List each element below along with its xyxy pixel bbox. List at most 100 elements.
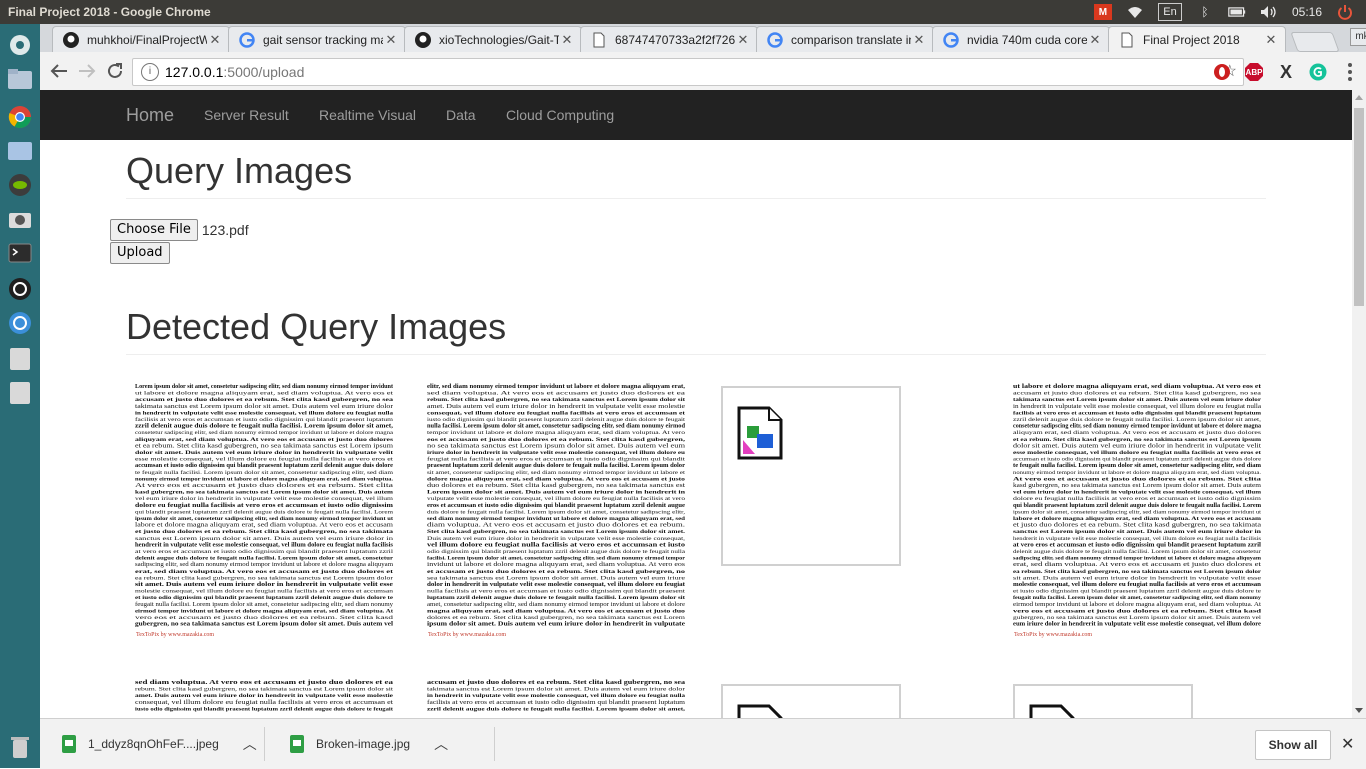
svg-text:at vero eros et accumsan et iu: at vero eros et accumsan et iusto odio d… — [135, 549, 394, 555]
close-icon[interactable]: ✕ — [383, 32, 399, 48]
close-icon[interactable]: ✕ — [1341, 734, 1354, 754]
tab-6[interactable]: nvidia 740m cuda cores ✕ — [932, 26, 1110, 53]
nav-server-result[interactable]: Server Result — [204, 107, 289, 123]
svg-text:ipsum dolor sit amet, consetet: ipsum dolor sit amet, consetetur sadipsc… — [1013, 509, 1262, 515]
drive-2-icon[interactable] — [4, 378, 36, 408]
drive-icon[interactable] — [4, 344, 36, 374]
page-scrollbar[interactable] — [1352, 90, 1366, 718]
tab-5[interactable]: comparison translate in ✕ — [756, 26, 934, 53]
network-app-icon[interactable] — [4, 136, 36, 166]
power-icon[interactable] — [1336, 4, 1354, 20]
scroll-thumb[interactable] — [1354, 108, 1364, 306]
svg-text:vel illum dolore eu feugiat nu: vel illum dolore eu feugiat nulla facili… — [427, 541, 685, 548]
tab-3[interactable]: xioTechnologies/Gait-Tr ✕ — [404, 26, 582, 53]
svg-text:erat, sed diam voluptua. At ve: erat, sed diam voluptua. At vero eos et … — [1013, 561, 1261, 568]
detected-image-broken[interactable] — [1013, 684, 1193, 718]
chosen-file-name: 123.pdf — [201, 222, 249, 238]
top-navbar: Home Server Result Realtime Visual Data … — [40, 90, 1352, 140]
close-icon[interactable]: ✕ — [735, 32, 751, 48]
bluetooth-icon[interactable]: ᛒ — [1196, 4, 1214, 20]
forward-icon[interactable] — [76, 60, 98, 82]
detected-image-document[interactable]: sed diam voluptua. At vero eos et accusa… — [134, 678, 394, 718]
scroll-down-arrow-icon[interactable] — [1355, 708, 1363, 713]
svg-text:aliquyam erat, sed diam volupt: aliquyam erat, sed diam voluptua. At ver… — [1013, 430, 1261, 436]
close-icon[interactable]: ✕ — [911, 32, 927, 48]
nav-data[interactable]: Data — [446, 107, 476, 123]
terminal-icon[interactable] — [4, 238, 36, 268]
file-input[interactable]: Choose File 123.pdf — [110, 219, 249, 241]
reload-icon[interactable] — [104, 60, 126, 82]
nav-cloud-computing[interactable]: Cloud Computing — [506, 107, 614, 123]
address-bar[interactable]: i 127.0.0.1:5000/upload ☆ — [132, 58, 1244, 86]
upload-button[interactable]: Upload — [110, 242, 170, 264]
svg-text:Lorem ipsum dolor sit amet. Du: Lorem ipsum dolor sit amet. Duis autem v… — [427, 490, 686, 496]
broken-image-icon — [1029, 704, 1075, 718]
detected-image-document[interactable]: elitr, sed diam nonumy eirmod tempor inv… — [426, 382, 686, 638]
svg-text:consetetur sadipscing elitr, s: consetetur sadipscing elitr, sed diam no… — [1013, 423, 1262, 430]
document-text-image: Lorem ipsum dolor sit amet, consetetur s… — [135, 383, 394, 638]
camera-icon[interactable] — [4, 204, 36, 234]
url-path: :5000/upload — [223, 64, 305, 80]
chevron-up-icon[interactable]: ︿ — [434, 734, 448, 754]
clock[interactable]: 05:16 — [1292, 5, 1322, 19]
tab-4[interactable]: 68747470733a2f2f7261 ✕ — [580, 26, 758, 53]
nvidia-icon[interactable] — [4, 170, 36, 200]
close-icon[interactable]: ✕ — [1263, 32, 1279, 48]
new-tab-button[interactable] — [1290, 32, 1340, 52]
tab-7-active[interactable]: Final Project 2018 ✕ — [1108, 26, 1286, 53]
chrome-menu-icon[interactable] — [1340, 62, 1360, 82]
keyboard-language[interactable]: En — [1157, 3, 1182, 21]
download-filename: 1_ddyz8qnOhFeF....jpeg — [88, 737, 219, 751]
nav-home[interactable]: Home — [126, 105, 174, 126]
info-icon[interactable]: i — [141, 63, 159, 81]
detected-image-document[interactable]: accusam et justo duo dolores et ea rebum… — [426, 678, 686, 718]
svg-text:zzril delenit augue duis dolor: zzril delenit augue duis dolore te feuga… — [427, 706, 686, 712]
download-item[interactable]: Broken-image.jpg ︿ — [290, 719, 448, 769]
adblock-icon[interactable]: ABP — [1244, 62, 1264, 82]
svg-text:erat, sed diam voluptua. At ve: erat, sed diam voluptua. At vero eos et … — [135, 569, 393, 575]
broken-image-icon — [737, 406, 783, 460]
svg-text:duo dolores et ea rebum. Stet: duo dolores et ea rebum. Stet clita kasd… — [427, 482, 685, 489]
svg-text:consequat, vel illum dolore eu: consequat, vel illum dolore eu feugiat n… — [427, 410, 685, 416]
document-text-image: elitr, sed diam nonumy eirmod tempor inv… — [427, 383, 686, 638]
scroll-up-arrow-icon[interactable] — [1355, 95, 1363, 100]
tab-1[interactable]: muhkhoi/FinalProjectW ✕ — [52, 26, 230, 53]
svg-text:magna aliquyam erat, sed diam: magna aliquyam erat, sed diam voluptua. … — [427, 608, 685, 614]
svg-text:et iusto odio dignissim qui bl: et iusto odio dignissim qui blandit prae… — [1013, 589, 1262, 595]
close-icon[interactable]: ✕ — [1087, 32, 1103, 48]
update-icon[interactable] — [4, 308, 36, 338]
opera-ext-icon[interactable] — [1212, 62, 1232, 82]
web-page: Home Server Result Realtime Visual Data … — [40, 90, 1352, 718]
close-icon[interactable]: ✕ — [207, 32, 223, 48]
svg-text:amet, consetetur sadipscing el: amet, consetetur sadipscing elitr, sed d… — [427, 601, 685, 608]
svg-text:te feugait nulla facilisi. Lor: te feugait nulla facilisi. Lorem ipsum d… — [135, 469, 394, 476]
document-credit: TexToPix by www.mazakia.com — [1014, 632, 1092, 638]
profile-button[interactable]: mk — [1350, 28, 1366, 46]
detected-image-broken[interactable] — [721, 684, 901, 718]
svg-text:takimata sanctus est Lorem ips: takimata sanctus est Lorem ipsum dolor s… — [135, 403, 394, 410]
grammarly-icon[interactable] — [1308, 62, 1328, 82]
svg-text:dolore eu feugiat nulla facili: dolore eu feugiat nulla facilisis at ver… — [135, 502, 394, 509]
volume-icon[interactable] — [1260, 4, 1278, 20]
nav-realtime-visual[interactable]: Realtime Visual — [319, 107, 416, 123]
back-icon[interactable] — [48, 60, 70, 82]
detected-image-document[interactable]: ut labore et dolore magna aliquyam erat,… — [1012, 382, 1262, 638]
show-all-button[interactable]: Show all — [1255, 730, 1331, 760]
detected-image-broken[interactable] — [721, 386, 901, 566]
close-icon[interactable]: ✕ — [559, 32, 575, 48]
download-item[interactable]: 1_ddyz8qnOhFeF....jpeg ︿ — [62, 719, 257, 769]
trash-icon[interactable] — [4, 732, 36, 762]
choose-file-button[interactable]: Choose File — [110, 219, 198, 241]
battery-icon[interactable] — [1228, 4, 1246, 20]
indicator-app-icon[interactable]: M — [1093, 4, 1112, 20]
svg-text:accusam et justo duo dolores e: accusam et justo duo dolores et ea rebum… — [1013, 391, 1262, 397]
wifi-icon[interactable] — [1126, 4, 1144, 20]
chevron-up-icon[interactable]: ︿ — [243, 734, 257, 754]
tab-2[interactable]: gait sensor tracking ma ✕ — [228, 26, 406, 53]
files-icon[interactable] — [4, 64, 36, 94]
detected-image-document[interactable]: Lorem ipsum dolor sit amet, consetetur s… — [134, 382, 394, 638]
sync-icon[interactable] — [4, 274, 36, 304]
chrome-icon[interactable] — [4, 102, 36, 132]
x-ext-icon[interactable]: X — [1276, 62, 1296, 82]
dash-icon[interactable] — [4, 30, 36, 60]
